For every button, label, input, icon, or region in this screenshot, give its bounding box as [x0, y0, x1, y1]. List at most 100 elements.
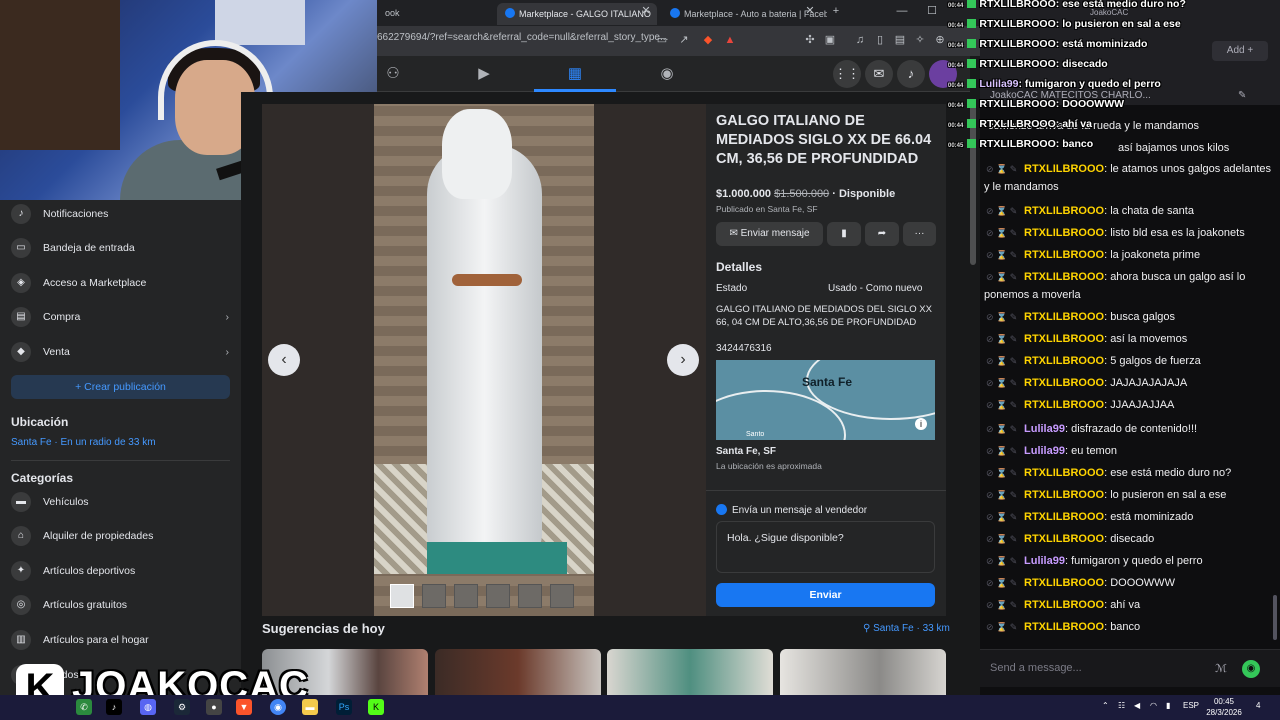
sidebar-item-acceso[interactable]: ◈ Acceso a Marketplace — [11, 271, 231, 295]
notifications-icon[interactable]: ♪ — [897, 60, 925, 88]
location-filter[interactable]: Santa Fe · En un radio de 33 km — [11, 437, 156, 448]
tray-chevron-icon[interactable]: ⌃ — [1102, 701, 1109, 710]
network-icon[interactable]: ☷ — [1118, 701, 1125, 710]
suggestion-card[interactable] — [435, 649, 601, 699]
mod-action-icons[interactable]: ⊘ ⌛ ✎ — [986, 202, 1024, 220]
chat-username[interactable]: RTXLILBROOO — [1024, 227, 1104, 239]
category-gratuitos[interactable]: ◎ Artículos gratuitos — [11, 593, 231, 617]
friends-icon[interactable]: ⚇ — [383, 64, 403, 84]
thumbnail[interactable] — [486, 584, 510, 608]
chat-input[interactable]: Send a message... ℳ ◉ — [980, 649, 1280, 687]
chat-username[interactable]: RTXLILBROOO — [1024, 333, 1104, 345]
sidebar-icon[interactable]: ▯ — [873, 33, 887, 47]
mod-action-icons[interactable]: ⊘ ⌛ ✎ — [986, 464, 1024, 482]
mod-action-icons[interactable]: ⊘ ⌛ ✎ — [986, 352, 1024, 370]
chat-username[interactable]: RTXLILBROOO — [1024, 489, 1104, 501]
tab-galgo-italiano[interactable]: Marketplace - GALGO ITALIANO — [497, 3, 657, 25]
more-options-button[interactable]: ··· — [903, 222, 936, 246]
category-alquiler[interactable]: ⌂ Alquiler de propiedades — [11, 524, 231, 548]
gaming-icon[interactable]: ◉ — [657, 64, 677, 84]
photoshop-icon[interactable]: Ps — [336, 699, 352, 715]
messenger-icon[interactable]: ✉ — [865, 60, 893, 88]
url-field[interactable]: 662279694/?ref=search&referral_code=null… — [377, 32, 668, 43]
marketplace-icon[interactable]: ▦ — [565, 64, 585, 84]
chat-username[interactable]: RTXLILBROOO — [1024, 467, 1104, 479]
mod-action-icons[interactable]: ⊘ ⌛ ✎ — [986, 530, 1024, 548]
screenshot-icon[interactable]: ▣ — [823, 33, 837, 47]
chrome-icon[interactable]: ◉ — [270, 699, 286, 715]
close-tab-icon[interactable]: ✕ — [803, 4, 817, 18]
music-icon[interactable]: ♫ — [853, 33, 867, 47]
vpn-icon[interactable]: ⊕ — [933, 33, 947, 47]
chat-username[interactable]: RTXLILBROOO — [1024, 205, 1104, 217]
location-map[interactable]: Santa Fe Santo i — [716, 360, 935, 440]
mod-action-icons[interactable]: ⊘ ⌛ ✎ — [986, 574, 1024, 592]
close-tab-icon[interactable]: ✕ — [639, 4, 653, 18]
mod-action-icons[interactable]: ⊘ ⌛ ✎ — [986, 308, 1024, 326]
next-photo-button[interactable]: › — [667, 344, 699, 376]
chat-username[interactable]: Lulila99 — [1024, 555, 1065, 567]
kick-icon[interactable]: K — [368, 699, 384, 715]
chat-username[interactable]: Lulila99 — [1024, 445, 1065, 457]
brave-icon[interactable]: ▼ — [236, 699, 252, 715]
chat-username[interactable]: RTXLILBROOO — [1024, 399, 1104, 411]
mod-action-icons[interactable]: ⊘ ⌛ ✎ — [986, 508, 1024, 526]
volume-icon[interactable]: ◀ — [1134, 701, 1140, 710]
language-indicator[interactable]: ESP — [1183, 701, 1199, 710]
share-icon[interactable]: ↗ — [677, 33, 691, 47]
obs-icon[interactable]: ● — [206, 699, 222, 715]
chat-send-icon[interactable]: ◉ — [1242, 660, 1260, 678]
chat-username[interactable]: RTXLILBROOO — [1024, 533, 1104, 545]
chat-scrollbar[interactable] — [1273, 595, 1277, 640]
tiktok-icon[interactable]: ♪ — [106, 699, 122, 715]
send-message-button[interactable]: ✉ Enviar mensaje — [716, 222, 823, 246]
headset-tray-icon[interactable]: ◠ — [1150, 701, 1157, 710]
chat-username[interactable]: RTXLILBROOO — [1024, 599, 1104, 611]
chat-username[interactable]: RTXLILBROOO — [1024, 511, 1104, 523]
folder-icon[interactable]: ▬ — [302, 699, 318, 715]
extensions-icon[interactable]: ✣ — [803, 33, 817, 47]
mod-action-icons[interactable]: ⊘ ⌛ ✎ — [986, 618, 1024, 636]
thumbnail[interactable] — [550, 584, 574, 608]
brave-shield-icon[interactable]: ◆ — [701, 33, 715, 47]
sidebar-item-compra[interactable]: ▤ Compra › — [11, 305, 231, 329]
suggestion-card[interactable] — [607, 649, 773, 699]
mod-action-icons[interactable]: ⊘ ⌛ ✎ — [986, 420, 1024, 438]
screen-cast-icon[interactable]: ▭ — [655, 33, 669, 47]
message-input[interactable]: Hola. ¿Sigue disponible? — [716, 521, 935, 573]
send-button[interactable]: Enviar — [716, 583, 935, 607]
minimize-icon[interactable]: — — [895, 4, 909, 18]
previous-photo-button[interactable]: ‹ — [268, 344, 300, 376]
ai-icon[interactable]: ✧ — [913, 33, 927, 47]
chat-username[interactable]: RTXLILBROOO — [1024, 577, 1104, 589]
chat-username[interactable]: RTXLILBROOO — [1024, 311, 1104, 323]
tab-facebook[interactable]: ook — [377, 3, 403, 25]
suggestion-card[interactable] — [780, 649, 946, 699]
mod-action-icons[interactable]: ⊘ ⌛ ✎ — [986, 330, 1024, 348]
notification-count[interactable]: 4 — [1256, 701, 1260, 710]
thumbnail[interactable] — [454, 584, 478, 608]
mod-action-icons[interactable]: ⊘ ⌛ ✎ — [986, 486, 1024, 504]
create-listing-button[interactable]: + Crear publicación — [11, 375, 230, 399]
steam-icon[interactable]: ⚙ — [174, 699, 190, 715]
chat-username[interactable]: RTXLILBROOO — [1024, 163, 1104, 175]
maximize-icon[interactable]: ☐ — [925, 4, 939, 18]
sidebar-item-notificaciones[interactable]: ♪ Notificaciones — [11, 202, 231, 226]
thumbnail[interactable] — [518, 584, 542, 608]
mod-action-icons[interactable]: ⊘ ⌛ ✎ — [986, 374, 1024, 392]
mod-action-icons[interactable]: ⊘ ⌛ ✎ — [986, 268, 1024, 286]
chat-username[interactable]: RTXLILBROOO — [1024, 271, 1104, 283]
emote-icon[interactable]: ℳ — [1212, 660, 1230, 678]
mod-action-icons[interactable]: ⊘ ⌛ ✎ — [986, 160, 1024, 178]
chat-username[interactable]: Lulila99 — [1024, 423, 1065, 435]
mod-action-icons[interactable]: ⊘ ⌛ ✎ — [986, 246, 1024, 264]
category-hogar[interactable]: ▥ Artículos para el hogar — [11, 628, 231, 652]
whatsapp-icon[interactable]: ✆ — [76, 699, 92, 715]
new-tab-button[interactable]: + — [829, 4, 843, 18]
video-icon[interactable]: ▶ — [474, 64, 494, 84]
mic-tray-icon[interactable]: ▮ — [1166, 701, 1170, 710]
thumbnail[interactable] — [422, 584, 446, 608]
chat-username[interactable]: RTXLILBROOO — [1024, 377, 1104, 389]
category-deportivos[interactable]: ✦ Artículos deportivos — [11, 559, 231, 583]
brave-rewards-icon[interactable]: ▲ — [723, 33, 737, 47]
